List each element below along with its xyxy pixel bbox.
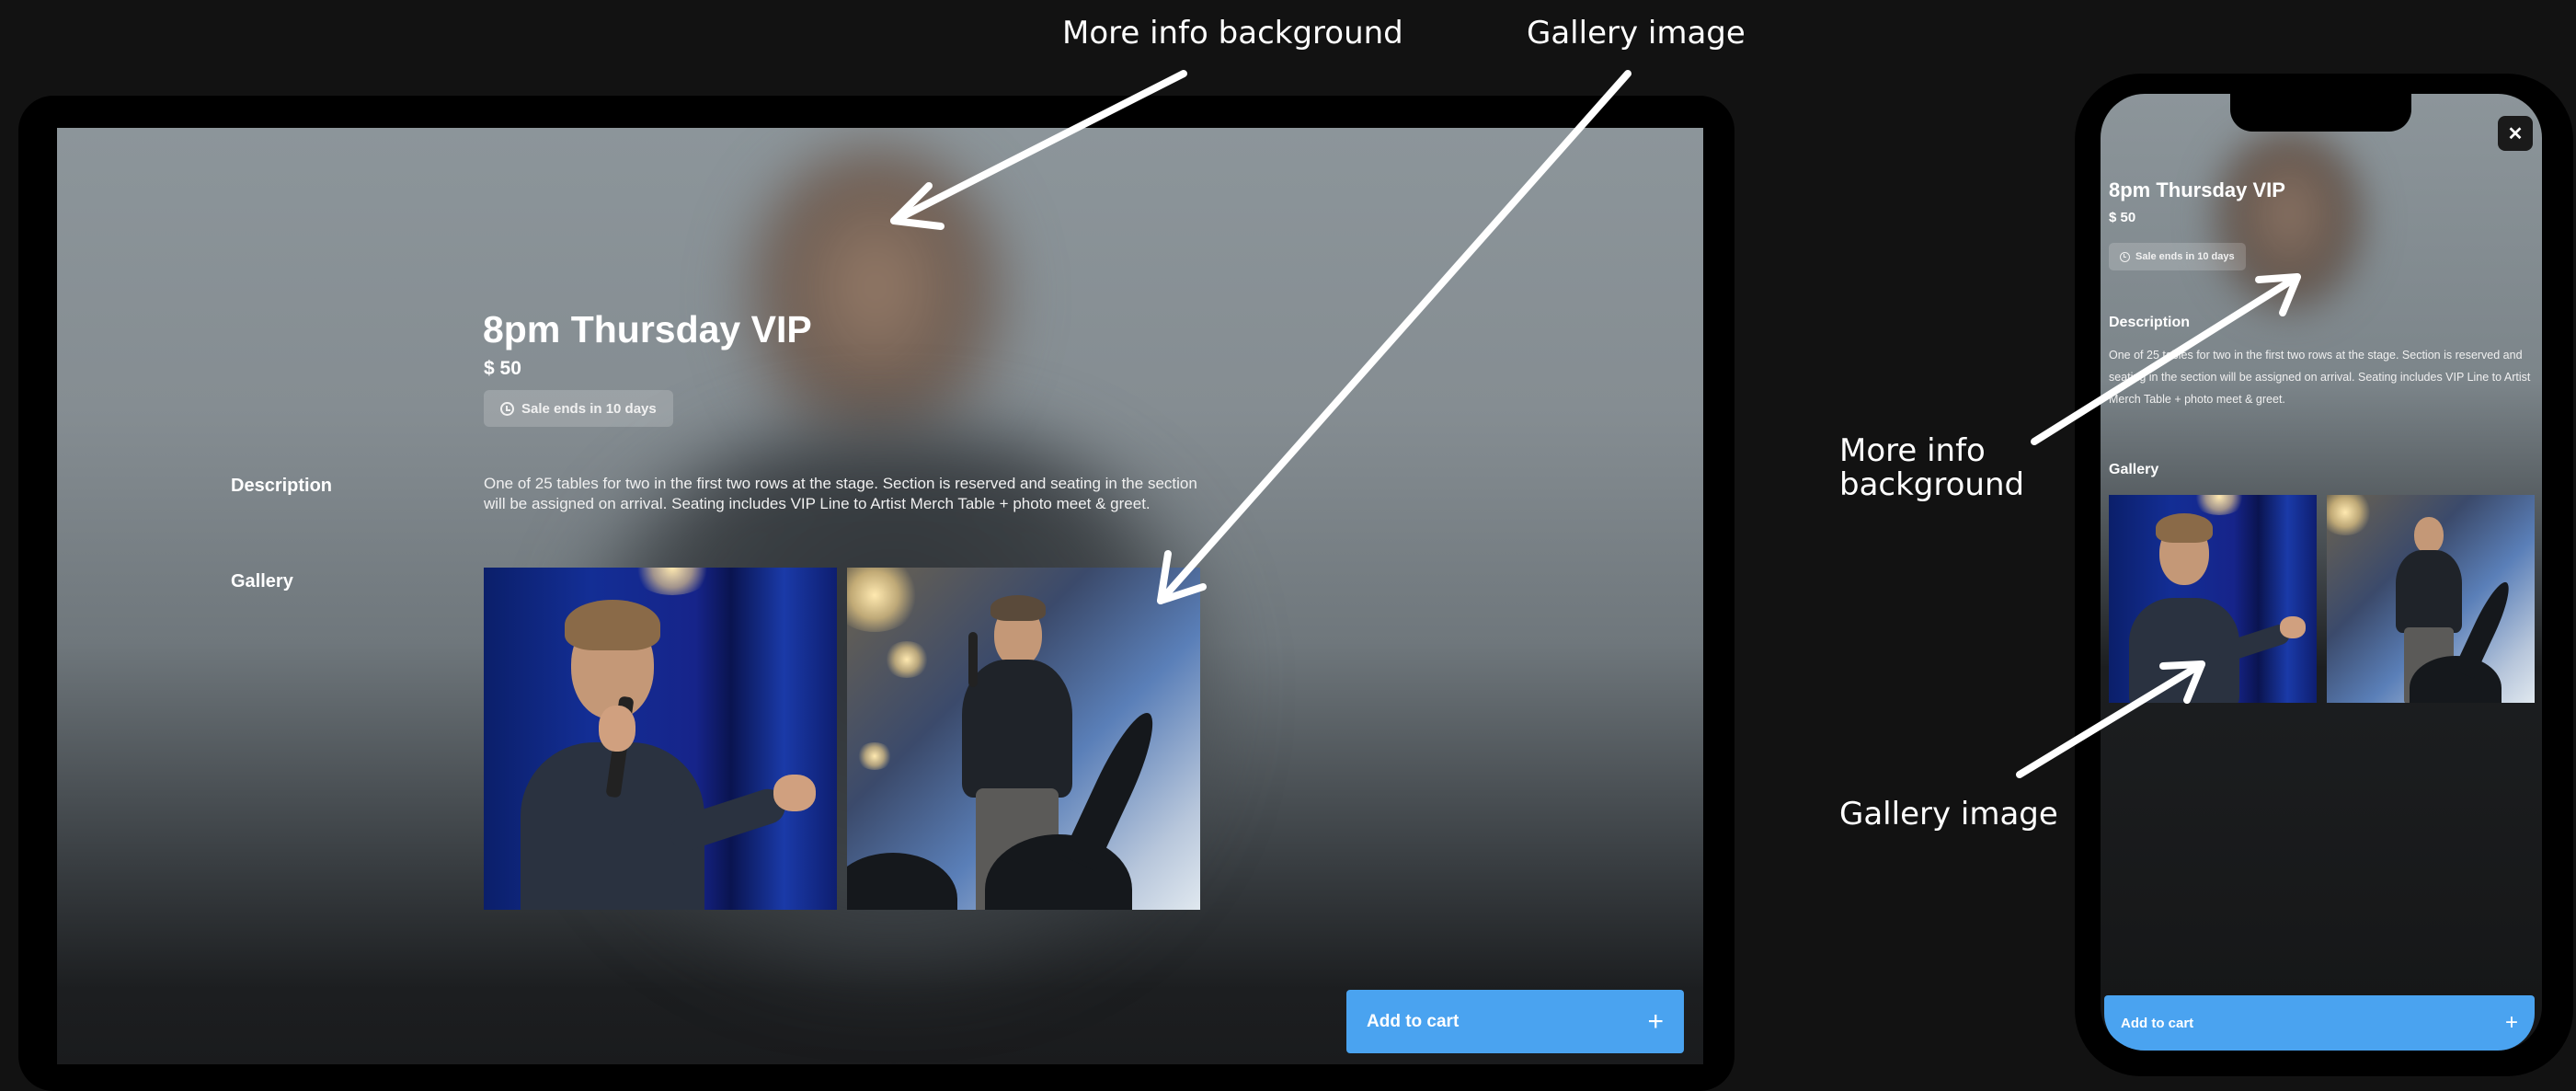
phone-add-to-cart-label: Add to cart	[2121, 1015, 2194, 1031]
plus-icon: +	[2504, 1010, 2518, 1035]
close-icon: ✕	[2507, 123, 2524, 144]
gallery-label: Gallery	[231, 571, 293, 591]
phone-gallery-label: Gallery	[2109, 462, 2159, 477]
sale-ends-badge: Sale ends in 10 days	[484, 390, 673, 427]
gallery-image-1[interactable]	[484, 568, 837, 910]
phone-sale-ends-text: Sale ends in 10 days	[2135, 251, 2235, 262]
clock-icon	[2120, 251, 2130, 262]
sale-ends-text: Sale ends in 10 days	[521, 400, 657, 417]
ticket-title: 8pm Thursday VIP	[483, 308, 812, 350]
annotation-gallery-image: Gallery image	[1527, 15, 1746, 52]
phone-more-info-background-blur	[2211, 131, 2367, 315]
phone-description-text: One of 25 tables for two in the first tw…	[2109, 349, 2531, 406]
phone-ticket-price: $ 50	[2109, 210, 2136, 225]
plus-icon: +	[1647, 1005, 1664, 1037]
annotation-phone-gallery-image: Gallery image	[1839, 796, 2058, 833]
add-to-cart-button[interactable]: Add to cart +	[1346, 990, 1684, 1053]
close-button[interactable]: ✕	[2498, 116, 2533, 151]
gallery-image-2[interactable]	[847, 568, 1200, 910]
phone-description-label: Description	[2109, 315, 2191, 330]
desktop-more-info-panel: 8pm Thursday VIP $ 50 Sale ends in 10 da…	[57, 128, 1703, 1064]
phone-notch	[2230, 90, 2411, 132]
clock-icon	[500, 401, 514, 416]
add-to-cart-label: Add to cart	[1367, 1011, 1460, 1031]
phone-ticket-title: 8pm Thursday VIP	[2109, 178, 2285, 201]
annotation-phone-more-info-background: More info background	[1839, 432, 2025, 504]
phone-add-to-cart-button[interactable]: Add to cart +	[2104, 995, 2535, 1051]
desktop-content: 8pm Thursday VIP $ 50 Sale ends in 10 da…	[57, 128, 1703, 1064]
phone-gallery-image-1[interactable]	[2109, 495, 2317, 703]
description-label: Description	[231, 476, 333, 496]
ticket-price: $ 50	[484, 358, 521, 379]
annotation-more-info-background: More info background	[1062, 15, 1403, 52]
phone-gallery-image-2[interactable]	[2327, 495, 2535, 703]
description-text: One of 25 tables for two in the first tw…	[484, 475, 1197, 512]
phone-sale-ends-badge: Sale ends in 10 days	[2109, 243, 2246, 270]
phone-more-info-panel: ✕ 8pm Thursday VIP $ 50 Sale ends in 10 …	[2101, 94, 2542, 1051]
